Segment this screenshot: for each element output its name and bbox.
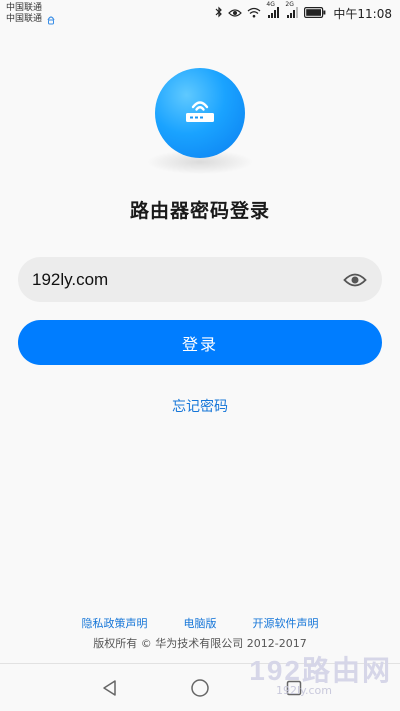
network-1-label: 4G: [266, 1, 275, 8]
home-icon[interactable]: [188, 676, 212, 700]
copyright-text: 版权所有 © 华为技术有限公司 2012-2017: [93, 637, 307, 650]
carrier-1-label: 中国联通: [6, 3, 43, 13]
back-icon[interactable]: [98, 676, 122, 700]
password-input[interactable]: [32, 269, 342, 290]
battery-icon: [304, 6, 326, 21]
carrier-2-label: 中国联通: [6, 14, 43, 24]
router-icon: [183, 97, 217, 129]
password-field[interactable]: [18, 257, 382, 302]
page-title: 路由器密码登录: [129, 200, 270, 222]
clock-time: 中午11:08: [333, 7, 392, 21]
watermark-text: 192路由网: [249, 655, 392, 686]
login-button[interactable]: 登录: [18, 320, 382, 365]
carrier-info: 中国联通 中国联通: [6, 3, 56, 25]
privacy-policy-link[interactable]: 隐私政策声明: [82, 615, 148, 631]
eye-icon[interactable]: [342, 267, 368, 293]
bluetooth-icon: [215, 6, 223, 21]
status-bar: 中国联通 中国联通 4G 2G 中午11:08: [0, 0, 400, 28]
eye-comfort-icon: [228, 7, 243, 21]
forgot-password-link[interactable]: 忘记密码: [0, 396, 400, 416]
signal-2-icon: 2G: [285, 1, 299, 21]
watermark: 192路由网 192ly.com: [249, 655, 392, 698]
wifi-icon: [247, 7, 261, 21]
desktop-version-link[interactable]: 电脑版: [184, 615, 217, 631]
signal-1-icon: 4G: [266, 1, 280, 21]
footer-links: 隐私政策声明 电脑版 开源软件声明: [0, 615, 400, 631]
network-2-label: 2G: [285, 1, 294, 8]
router-logo: [155, 68, 245, 158]
hd-call-icon: [46, 14, 56, 25]
status-icons: 4G 2G 中午11:08: [215, 1, 392, 22]
open-source-link[interactable]: 开源软件声明: [253, 615, 319, 631]
